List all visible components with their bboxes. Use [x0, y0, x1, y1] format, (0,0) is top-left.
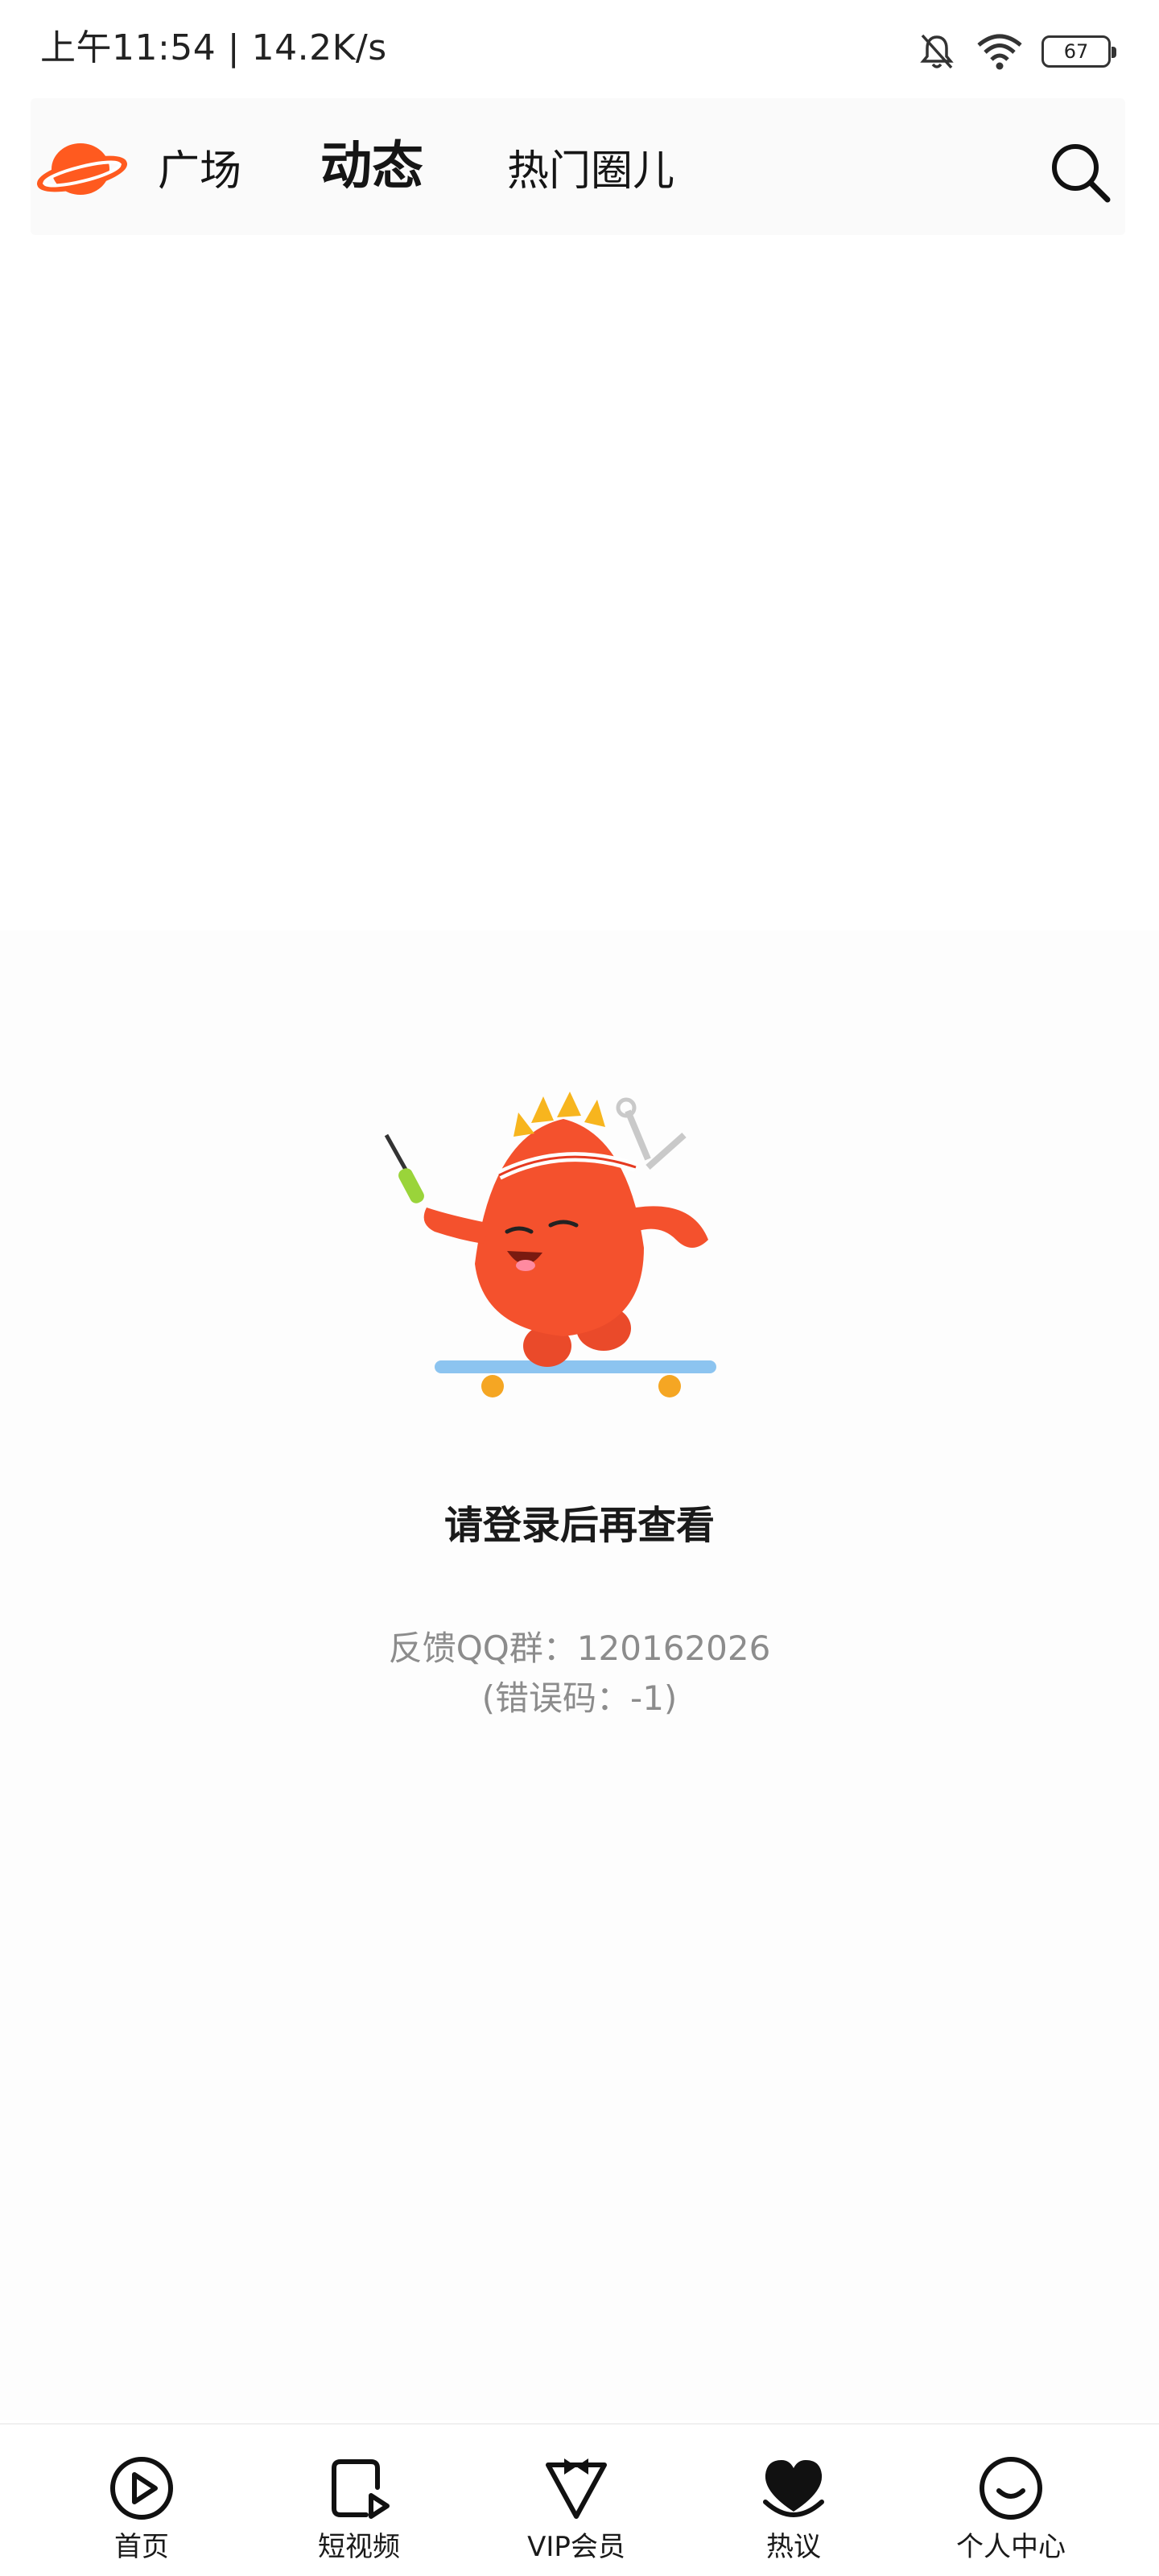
tab-dynamic-label: 动态 — [320, 137, 423, 196]
battery-indicator: 67 — [1041, 35, 1116, 68]
tab-hot-circles-label: 热门圈儿 — [507, 147, 675, 196]
tab-square[interactable]: 广场 — [158, 98, 241, 235]
app-logo-icon[interactable] — [37, 137, 127, 201]
bell-off-icon — [920, 34, 954, 69]
nav-short-video-label: 短视频 — [318, 2531, 400, 2563]
tab-dynamic[interactable]: 动态 — [320, 93, 423, 230]
nav-vip[interactable]: VIP会员 — [496, 2452, 657, 2573]
login-required-title: 请登录后再查看 — [443, 1503, 715, 1548]
smile-face-icon — [980, 2457, 1042, 2520]
feedback-qq-group: 反馈QQ群：120162026 — [388, 1629, 771, 1668]
nav-hot-topics[interactable]: 热议 — [713, 2452, 874, 2573]
mascot-skateboard-illustration — [384, 1092, 716, 1397]
nav-vip-label: VIP会员 — [527, 2531, 625, 2563]
error-code: (错误码：-1) — [481, 1678, 678, 1718]
nav-hot-topics-label: 热议 — [766, 2531, 821, 2563]
status-bar: 上午11:54 | 14.2K/s 67 — [0, 0, 1159, 97]
wifi-icon — [977, 34, 1022, 70]
nav-short-video[interactable]: 短视频 — [278, 2452, 439, 2573]
play-circle-icon — [110, 2457, 173, 2520]
vip-bowtie-icon — [546, 2458, 607, 2519]
status-time: 上午11:54 | 14.2K/s — [40, 27, 387, 68]
battery-level: 67 — [1063, 40, 1089, 63]
search-icon[interactable] — [1046, 138, 1114, 206]
nav-profile[interactable]: 个人中心 — [930, 2452, 1091, 2573]
heart-chat-icon — [763, 2460, 824, 2517]
status-icons: 67 — [916, 29, 1116, 74]
short-video-icon — [332, 2459, 390, 2519]
nav-home[interactable]: 首页 — [61, 2452, 222, 2573]
nav-profile-label: 个人中心 — [956, 2531, 1066, 2563]
tab-square-label: 广场 — [158, 147, 242, 196]
nav-home-label: 首页 — [114, 2531, 169, 2563]
bottom-nav: 首页 短视频 VIP会员 热议 个人中心 — [0, 2423, 1159, 2576]
tab-hot-circles[interactable]: 热门圈儿 — [507, 98, 674, 235]
top-nav: 广场 动态 热门圈儿 — [31, 98, 1125, 235]
